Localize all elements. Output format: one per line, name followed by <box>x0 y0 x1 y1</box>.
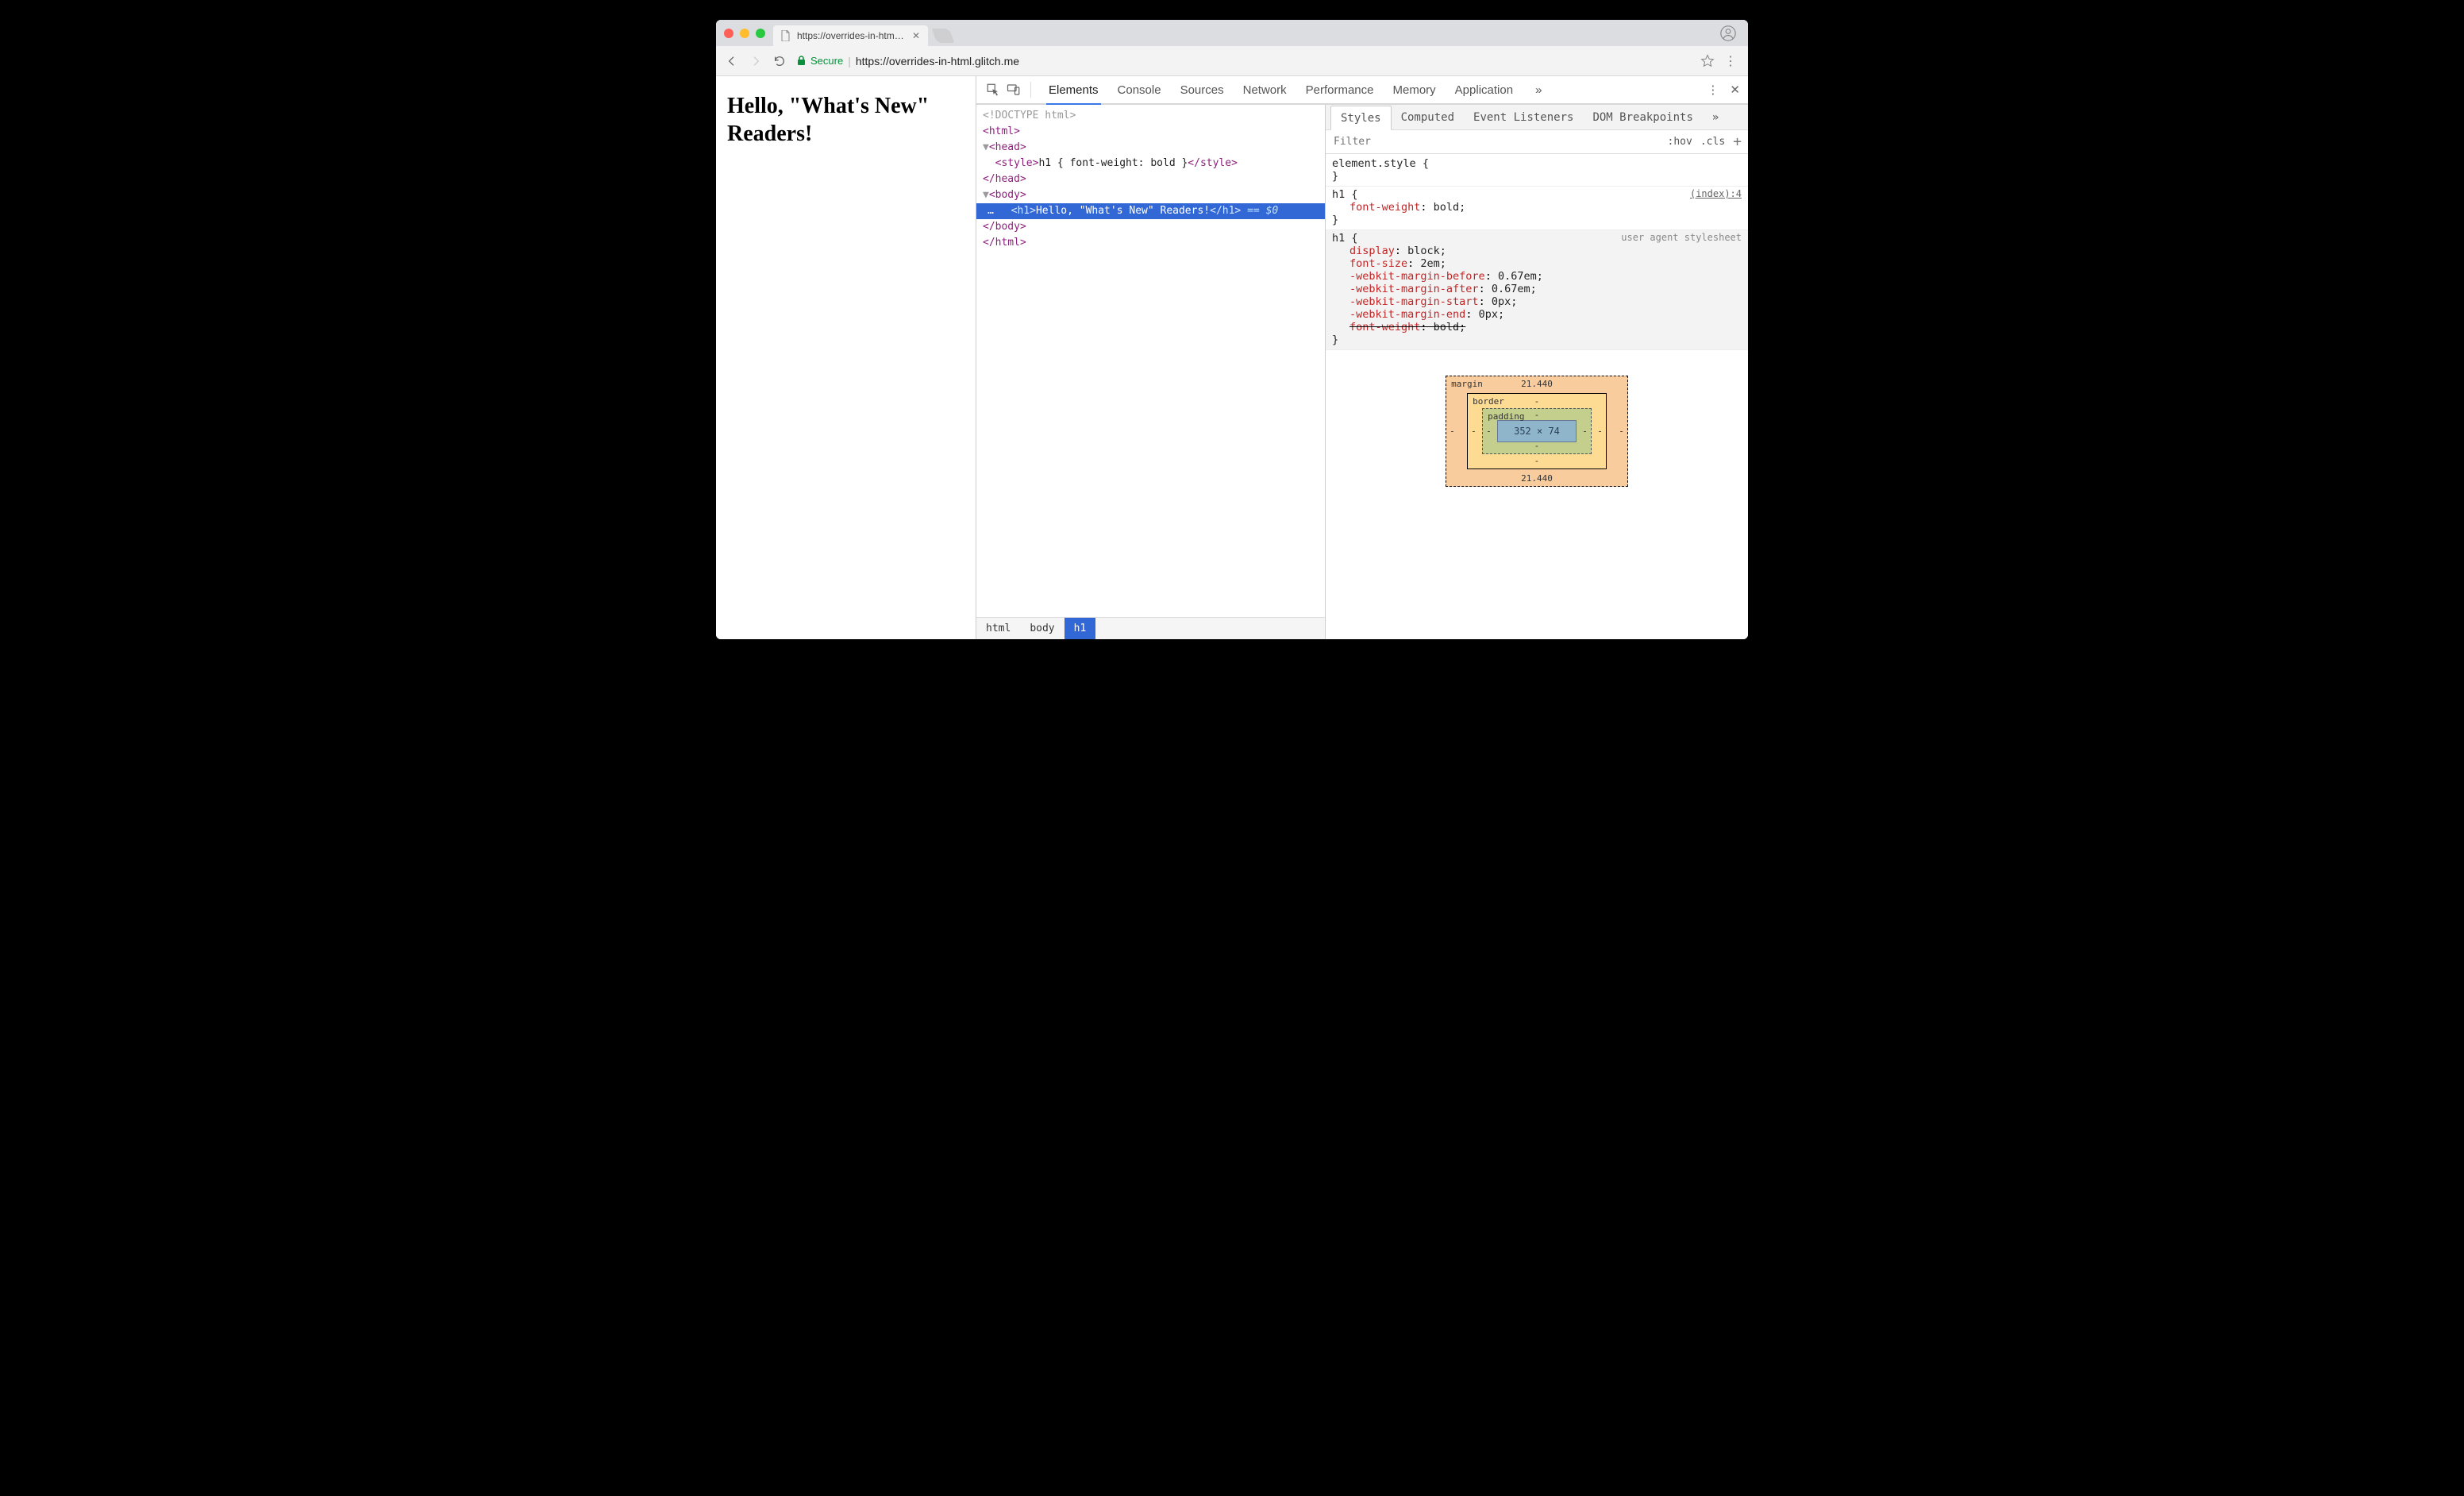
window-controls <box>724 29 765 38</box>
minimize-window-button[interactable] <box>740 29 749 38</box>
devtools-tabs-overflow[interactable]: » <box>1526 76 1551 103</box>
devtools-tabs: ElementsConsoleSourcesNetworkPerformance… <box>1039 76 1523 103</box>
dom-doctype[interactable]: <!DOCTYPE html> <box>976 108 1325 124</box>
chrome-menu-button[interactable]: ⋮ <box>1724 53 1738 69</box>
back-button[interactable] <box>726 55 740 67</box>
url-text: https://overrides-in-html.glitch.me <box>856 55 1019 67</box>
hov-toggle[interactable]: :hov <box>1668 136 1692 148</box>
devtools-tab-application[interactable]: Application <box>1446 76 1523 103</box>
rule-source-ua: user agent stylesheet <box>1621 232 1742 245</box>
box-padding[interactable]: padding - - - - 352 × 74 <box>1482 408 1592 454</box>
dom-style[interactable]: <style>h1 { font-weight: bold }</style> <box>976 156 1325 172</box>
css-declaration[interactable]: font-weight: bold; <box>1332 201 1742 214</box>
breadcrumb-html[interactable]: html <box>976 618 1020 639</box>
styles-tab-styles[interactable]: Styles <box>1330 106 1392 130</box>
styles-filter-bar: :hov .cls + <box>1326 130 1748 154</box>
dom-body-open[interactable]: ▼<body> <box>976 187 1325 203</box>
rule-element-style[interactable]: element.style { } <box>1326 156 1748 187</box>
css-declaration[interactable]: -webkit-margin-end: 0px; <box>1332 308 1742 321</box>
styles-tab-dom-breakpoints[interactable]: DOM Breakpoints <box>1583 105 1702 129</box>
browser-window: https://overrides-in-html.glitch… ✕ Secu… <box>716 20 1748 639</box>
tab-strip: https://overrides-in-html.glitch… ✕ <box>716 20 1748 46</box>
breadcrumb-body[interactable]: body <box>1020 618 1064 639</box>
new-tab-button[interactable] <box>932 29 955 43</box>
reload-button[interactable] <box>773 55 787 67</box>
devtools-tab-sources[interactable]: Sources <box>1171 76 1234 103</box>
lock-icon <box>797 56 806 66</box>
css-declaration[interactable]: font-weight: bold; <box>1332 321 1742 334</box>
dom-html-open[interactable]: <html> <box>976 124 1325 140</box>
box-margin[interactable]: margin 21.440 21.440 - - border - - - - <box>1446 376 1628 487</box>
dom-html-close[interactable]: </html> <box>976 235 1325 251</box>
styles-tabs: StylesComputedEvent ListenersDOM Breakpo… <box>1326 105 1748 130</box>
maximize-window-button[interactable] <box>756 29 765 38</box>
css-declaration[interactable]: -webkit-margin-after: 0.67em; <box>1332 283 1742 295</box>
address-bar: Secure | https://overrides-in-html.glitc… <box>716 46 1748 76</box>
devtools-toolbar: ElementsConsoleSourcesNetworkPerformance… <box>976 76 1748 105</box>
dom-body-close[interactable]: </body> <box>976 219 1325 235</box>
browser-tab[interactable]: https://overrides-in-html.glitch… ✕ <box>773 25 928 46</box>
css-declaration[interactable]: display: block; <box>1332 245 1742 257</box>
devtools-close-button[interactable]: ✕ <box>1730 83 1740 97</box>
content-area: Hello, "What's New" Readers! ElementsCon… <box>716 76 1748 639</box>
bookmark-button[interactable] <box>1700 54 1715 68</box>
dom-head-close[interactable]: </head> <box>976 172 1325 187</box>
style-rules: element.style { } h1 { (index):4 font-we… <box>1326 154 1748 352</box>
forward-button[interactable] <box>749 55 764 67</box>
dom-tree[interactable]: <!DOCTYPE html> <html> ▼<head> <style>h1… <box>976 105 1325 617</box>
css-declaration[interactable]: -webkit-margin-before: 0.67em; <box>1332 270 1742 283</box>
styles-filter-input[interactable] <box>1332 135 1660 148</box>
styles-tabs-overflow[interactable]: » <box>1703 105 1728 129</box>
secure-label: Secure <box>810 55 843 67</box>
devtools-tab-performance[interactable]: Performance <box>1296 76 1384 103</box>
tab-title: https://overrides-in-html.glitch… <box>797 30 906 41</box>
dom-head-open[interactable]: ▼<head> <box>976 140 1325 156</box>
omnibox[interactable]: Secure | https://overrides-in-html.glitc… <box>797 55 1691 67</box>
box-model: margin 21.440 21.440 - - border - - - - <box>1326 352 1748 639</box>
css-declaration[interactable]: -webkit-margin-start: 0px; <box>1332 295 1742 308</box>
devtools-tab-memory[interactable]: Memory <box>1384 76 1446 103</box>
elements-panel: <!DOCTYPE html> <html> ▼<head> <style>h1… <box>976 105 1326 639</box>
profile-button[interactable] <box>1719 25 1737 42</box>
page-icon <box>781 30 791 41</box>
devtools: ElementsConsoleSourcesNetworkPerformance… <box>976 76 1748 639</box>
breadcrumb: htmlbodyh1 <box>976 617 1325 639</box>
devtools-tab-network[interactable]: Network <box>1234 76 1296 103</box>
css-declaration[interactable]: font-size: 2em; <box>1332 257 1742 270</box>
styles-tab-event-listeners[interactable]: Event Listeners <box>1464 105 1583 129</box>
devtools-tab-console[interactable]: Console <box>1108 76 1171 103</box>
close-window-button[interactable] <box>724 29 733 38</box>
styles-panel: StylesComputedEvent ListenersDOM Breakpo… <box>1326 105 1748 639</box>
rule-h1-authored[interactable]: h1 { (index):4 font-weight: bold; } <box>1326 187 1748 230</box>
devtools-kebab-menu[interactable]: ⋮ <box>1707 83 1719 97</box>
rule-source-link[interactable]: (index):4 <box>1690 188 1742 201</box>
dom-h1-selected[interactable]: … <h1>Hello, "What's New" Readers!</h1> … <box>976 203 1325 219</box>
new-style-rule-button[interactable]: + <box>1733 133 1742 150</box>
url-separator: | <box>848 55 851 67</box>
styles-tab-computed[interactable]: Computed <box>1392 105 1464 129</box>
devtools-tab-elements[interactable]: Elements <box>1039 76 1108 103</box>
cls-toggle[interactable]: .cls <box>1700 136 1725 148</box>
page-heading: Hello, "What's New" Readers! <box>727 92 964 148</box>
box-content[interactable]: 352 × 74 <box>1497 420 1577 442</box>
breadcrumb-h1[interactable]: h1 <box>1065 618 1096 639</box>
rule-h1-user-agent[interactable]: h1 { user agent stylesheet display: bloc… <box>1326 230 1748 350</box>
inspect-icon[interactable] <box>984 81 1002 98</box>
box-border[interactable]: border - - - - padding - - - <box>1467 393 1607 469</box>
device-toggle-icon[interactable] <box>1005 81 1022 98</box>
close-tab-button[interactable]: ✕ <box>912 30 920 41</box>
rendered-page: Hello, "What's New" Readers! <box>716 76 976 639</box>
